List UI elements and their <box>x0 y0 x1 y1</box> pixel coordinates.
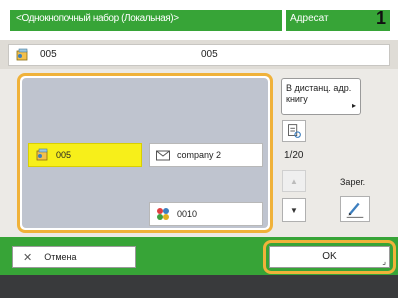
field-value-1: 005 <box>40 49 57 60</box>
remote-address-book-button[interactable]: В дистанц. адр. книгу ▸ <box>281 78 361 115</box>
scroll-down-button[interactable]: ▼ <box>282 198 306 222</box>
list-item-label: 0010 <box>177 209 198 219</box>
group-icon <box>36 148 48 161</box>
list-item[interactable]: company 2 <box>149 143 263 167</box>
cancel-button[interactable]: ✕ Отмена <box>12 246 136 268</box>
remote-address-book-label: В дистанц. адр. книгу <box>286 83 352 104</box>
field-value-2: 005 <box>201 49 218 60</box>
multi-address-icon <box>157 208 169 220</box>
list-item-label: 005 <box>56 150 72 160</box>
list-item-label: company 2 <box>177 150 222 160</box>
status-footer <box>0 275 398 298</box>
tab-destination-label: Адресат <box>290 13 329 24</box>
arrow-right-icon: ▸ <box>351 101 356 110</box>
destination-count: 1 <box>375 8 386 28</box>
scroll-up-button[interactable]: ▲ <box>282 170 306 192</box>
register-label: Зарег. <box>340 177 366 187</box>
cancel-label: Отмена <box>44 252 77 262</box>
page-title: <Однокнопочный набор (Локальная)> <box>16 13 179 24</box>
ok-button[interactable]: OK ⌟ <box>269 246 390 268</box>
selected-destination-field[interactable] <box>8 44 390 66</box>
ok-label: OK <box>322 251 337 262</box>
register-button[interactable] <box>340 196 370 222</box>
list-item[interactable]: 0010 <box>149 202 263 226</box>
corner-icon: ⌟ <box>382 257 386 266</box>
details-button[interactable] <box>282 120 306 142</box>
group-icon <box>16 48 28 61</box>
close-icon: ✕ <box>23 251 33 264</box>
details-icon <box>288 124 301 138</box>
pen-icon <box>346 202 364 218</box>
page-indicator: 1/20 <box>284 150 304 161</box>
email-icon <box>156 150 170 161</box>
list-item[interactable]: 005 <box>28 143 142 167</box>
